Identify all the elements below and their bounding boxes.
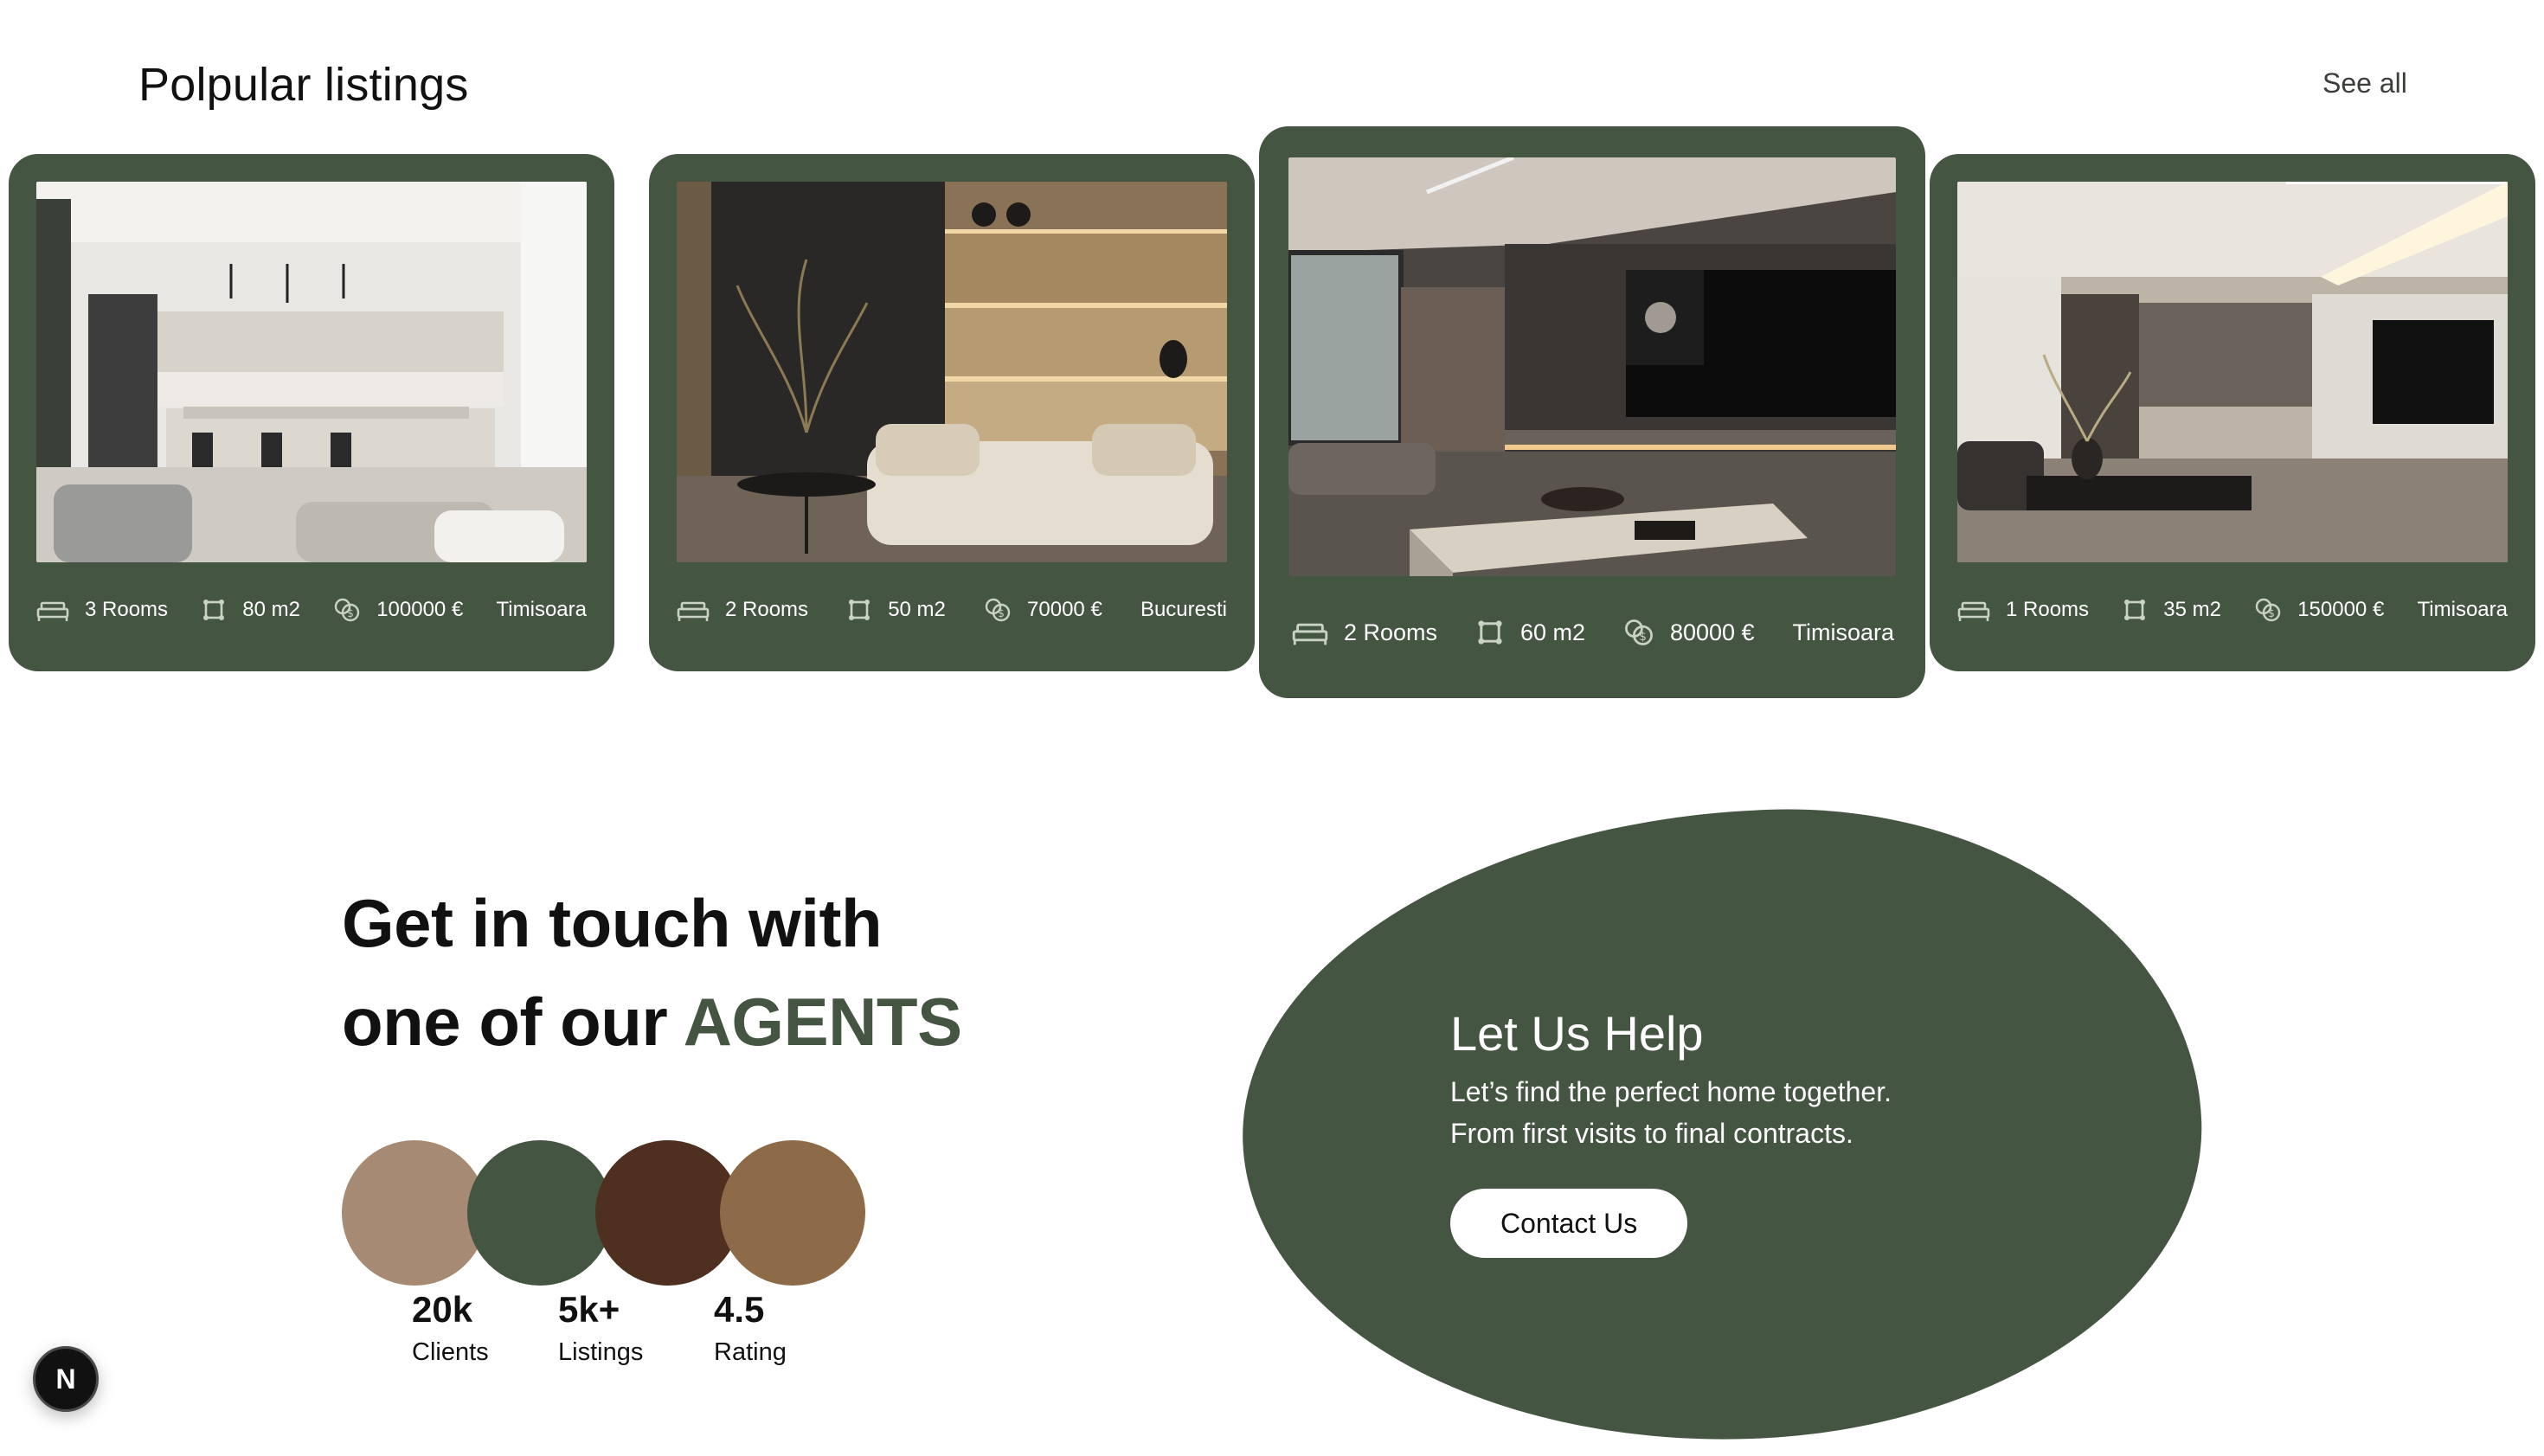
- contact-us-button[interactable]: Contact Us: [1450, 1189, 1688, 1258]
- open-plan-living-photo: [1957, 182, 2508, 562]
- help-content: Let Us Help Let’s find the perfect home …: [1450, 1004, 1892, 1258]
- bed-icon: [677, 597, 710, 623]
- stat-value: 4.5: [714, 1289, 765, 1330]
- listing-meta: 1 Rooms 35 m2 $ 150000 € Timisoara: [1957, 597, 2508, 623]
- area-text: 80 m2: [242, 598, 300, 621]
- agents-heading-line1: Get in touch with: [342, 885, 883, 961]
- coins-icon: $: [984, 597, 1012, 623]
- modern-kitchen-photo: [36, 182, 587, 562]
- help-text: Let’s find the perfect home together. Fr…: [1450, 1071, 1892, 1154]
- rooms-text: 3 Rooms: [85, 598, 169, 621]
- stat-value: 20k: [412, 1289, 473, 1330]
- meta-rooms: 1 Rooms: [1957, 597, 2089, 623]
- listing-card-2[interactable]: 2 Rooms 50 m2 $ 70000 € Bucuresti: [649, 154, 1255, 671]
- meta-price: $ 100000 €: [333, 597, 463, 623]
- dark-living-room-photo: [1288, 157, 1896, 576]
- listing-meta: 2 Rooms 60 m2 $ 80000 € Timisoara: [1292, 618, 1894, 647]
- svg-text:$: $: [998, 607, 1005, 619]
- bed-icon: [36, 597, 69, 623]
- price-text: 70000 €: [1027, 598, 1102, 621]
- coins-icon: $: [333, 597, 361, 623]
- stat-label: Listings: [558, 1338, 644, 1366]
- meta-price: $ 150000 €: [2254, 597, 2384, 623]
- stat-rating: 4.5 Rating: [714, 1285, 787, 1369]
- price-text: 80000 €: [1669, 619, 1755, 645]
- next-logo-icon[interactable]: N: [33, 1346, 99, 1412]
- price-text: 150000 €: [2297, 598, 2385, 621]
- help-line1: Let’s find the perfect home together.: [1450, 1076, 1892, 1107]
- city-text: Timisoara: [1792, 619, 1894, 645]
- meta-rooms: 3 Rooms: [36, 597, 168, 623]
- meta-area: 35 m2: [2122, 597, 2221, 623]
- help-line2: From first visits to final contracts.: [1450, 1118, 1853, 1149]
- coins-icon: $: [2254, 597, 2282, 623]
- rooms-text: 2 Rooms: [725, 598, 809, 621]
- agents-heading-line2: one of our AGENTS: [342, 972, 962, 1071]
- city-text: Bucuresti: [1140, 598, 1227, 621]
- listing-card-1[interactable]: 3 Rooms 80 m2 $ 100000 € Timisoara: [9, 154, 614, 671]
- city-text: Timisoara: [2417, 598, 2508, 621]
- meta-rooms: 2 Rooms: [677, 597, 808, 623]
- agents-heading-prefix: one of our: [342, 984, 684, 1060]
- listing-meta: 2 Rooms 50 m2 $ 70000 € Bucuresti: [677, 597, 1227, 623]
- price-text: 100000 €: [376, 598, 464, 621]
- area-frame-icon: [201, 597, 227, 623]
- listing-card-3[interactable]: 2 Rooms 60 m2 $ 80000 € Timisoara: [1259, 126, 1925, 698]
- svg-text:$: $: [347, 607, 354, 619]
- coins-icon: $: [1623, 618, 1654, 647]
- see-all-link[interactable]: See all: [2322, 64, 2407, 102]
- agents-accent: AGENTS: [683, 984, 963, 1060]
- area-text: 60 m2: [1519, 619, 1586, 645]
- area-frame-icon: [1475, 618, 1505, 647]
- avatar-brown: [720, 1140, 865, 1286]
- agents-heading: Get in touch with one of our AGENTS: [342, 874, 962, 1071]
- stat-label: Clients: [412, 1338, 489, 1366]
- avatar-tan: [342, 1140, 487, 1286]
- city-text: Timisoara: [496, 598, 587, 621]
- help-title: Let Us Help: [1450, 1006, 1704, 1061]
- area-text: 35 m2: [2163, 598, 2221, 621]
- area-frame-icon: [846, 597, 872, 623]
- listing-card-4[interactable]: 1 Rooms 35 m2 $ 150000 € Timisoara: [1930, 154, 2535, 671]
- area-frame-icon: [2122, 597, 2148, 623]
- section-title: Polpular listings: [138, 59, 469, 111]
- avatar-dark-brown: [595, 1140, 741, 1286]
- stat-label: Rating: [714, 1338, 787, 1366]
- meta-price: $ 70000 €: [984, 597, 1102, 623]
- bed-icon: [1292, 618, 1328, 647]
- listing-meta: 3 Rooms 80 m2 $ 100000 € Timisoara: [36, 597, 587, 623]
- meta-rooms: 2 Rooms: [1292, 618, 1437, 647]
- meta-area: 50 m2: [846, 597, 946, 623]
- svg-text:$: $: [1639, 630, 1647, 644]
- avatar-green: [467, 1140, 613, 1286]
- meta-area: 80 m2: [201, 597, 300, 623]
- living-room-shelves-photo: [677, 182, 1227, 562]
- agent-avatars: [342, 1140, 865, 1286]
- bed-icon: [1957, 597, 1990, 623]
- stat-listings: 5k+ Listings: [558, 1285, 643, 1369]
- rooms-text: 2 Rooms: [1344, 619, 1438, 645]
- stat-value: 5k+: [558, 1289, 620, 1330]
- meta-area: 60 m2: [1475, 618, 1585, 647]
- svg-text:$: $: [2268, 607, 2275, 619]
- rooms-text: 1 Rooms: [2006, 598, 2090, 621]
- area-text: 50 m2: [888, 598, 946, 621]
- meta-price: $ 80000 €: [1623, 618, 1755, 647]
- stat-clients: 20k Clients: [412, 1285, 489, 1369]
